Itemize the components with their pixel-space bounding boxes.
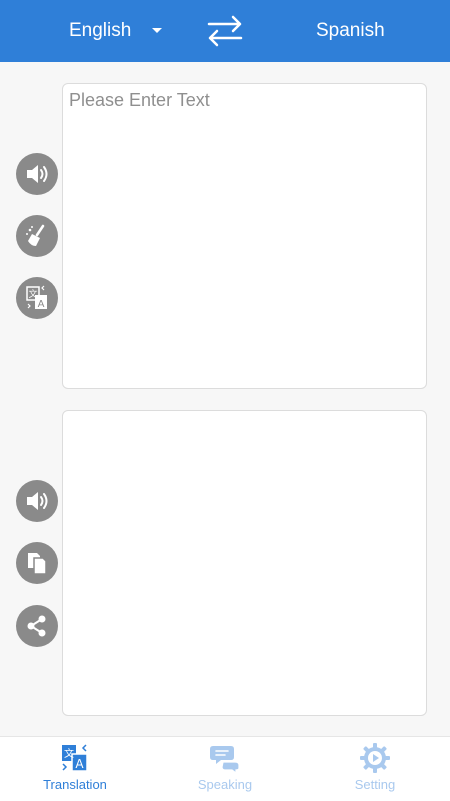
- copy-output-button[interactable]: [16, 542, 58, 584]
- copy-icon: [28, 553, 47, 575]
- clear-broom-icon: [26, 224, 45, 246]
- source-language-selector[interactable]: English: [69, 19, 131, 43]
- tab-setting[interactable]: Setting: [300, 737, 450, 801]
- output-text-panel: [62, 410, 427, 716]
- tab-translation[interactable]: 文 A Translation: [0, 737, 150, 801]
- tab-translation-label: Translation: [43, 777, 107, 792]
- chevron-down-icon[interactable]: [152, 28, 162, 33]
- input-text-panel: [62, 83, 427, 389]
- share-output-button[interactable]: [16, 605, 58, 647]
- output-text-field[interactable]: [63, 411, 426, 715]
- swap-arrows-icon[interactable]: [206, 14, 244, 48]
- svg-text:文: 文: [28, 288, 37, 300]
- speaker-icon: [27, 492, 48, 510]
- translate-button[interactable]: 文 A: [16, 277, 58, 319]
- speak-input-button[interactable]: [16, 153, 58, 195]
- share-icon: [27, 615, 46, 637]
- svg-text:A: A: [38, 299, 45, 310]
- clear-input-button[interactable]: [16, 215, 58, 257]
- gear-icon: [360, 743, 390, 773]
- speaker-icon: [27, 165, 48, 183]
- top-bar: English Spanish: [0, 0, 450, 62]
- tab-speaking[interactable]: Speaking: [150, 737, 300, 801]
- target-language-selector[interactable]: Spanish: [316, 19, 385, 43]
- tab-speaking-label: Speaking: [197, 777, 253, 792]
- chat-bubbles-icon: [210, 746, 240, 774]
- speak-output-button[interactable]: [16, 480, 58, 522]
- tab-setting-label: Setting: [354, 777, 396, 792]
- translate-icon: 文 A: [26, 285, 47, 310]
- translate-icon: 文 A: [62, 744, 88, 772]
- svg-text:A: A: [75, 757, 84, 771]
- bottom-nav: 文 A Translation Speaking Setting: [0, 736, 450, 801]
- input-text-field[interactable]: [63, 84, 426, 388]
- svg-text:文: 文: [64, 747, 74, 760]
